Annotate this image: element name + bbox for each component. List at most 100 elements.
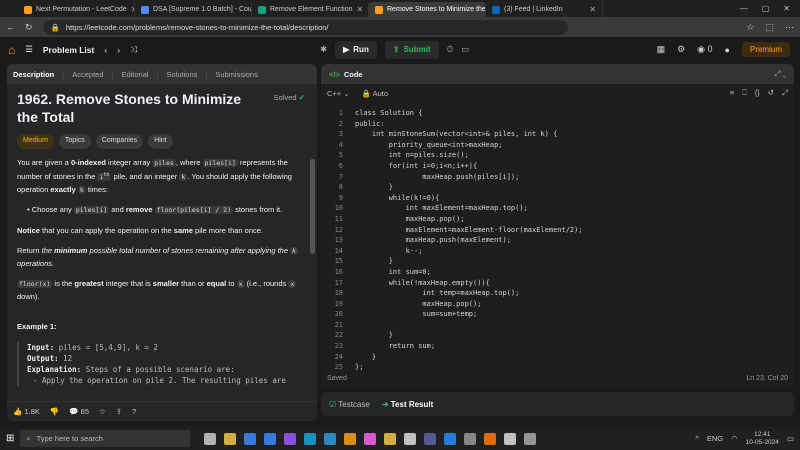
language-select[interactable]: C++ ⌄ xyxy=(327,89,350,98)
notepad-icon[interactable] xyxy=(504,432,517,445)
tab-solutions[interactable]: Solutions xyxy=(167,70,198,79)
taskbar-search[interactable]: ⌕ Type here to search xyxy=(20,430,191,447)
line-number: 22 xyxy=(334,331,343,340)
terminal-icon[interactable] xyxy=(464,432,477,445)
menu-icon[interactable]: ⋯ xyxy=(785,22,794,33)
submit-button[interactable]: ⇪ Submit xyxy=(384,40,439,59)
fullscreen-icon[interactable]: ⤢ xyxy=(782,88,788,98)
browser-tab[interactable]: Remove Element Function ✕ xyxy=(252,2,369,17)
tab-accepted[interactable]: Accepted xyxy=(72,70,103,79)
language-indicator[interactable]: ENG xyxy=(707,434,723,443)
clock[interactable]: 12:41 10-05-2024 xyxy=(746,431,779,447)
file-explorer-icon[interactable] xyxy=(224,432,237,445)
notifications-icon[interactable]: ▭ xyxy=(787,434,794,443)
minimize-icon[interactable]: — xyxy=(740,4,748,13)
example-block: Input: piles = [5,4,9], k = 2 Output: 12… xyxy=(17,341,305,386)
expand-icon[interactable]: ⤢ ⌄ xyxy=(774,69,786,79)
star-icon[interactable]: ☆ xyxy=(746,22,754,33)
run-button[interactable]: ▶ Run xyxy=(335,40,377,59)
chrome-icon[interactable] xyxy=(384,432,397,445)
store-icon[interactable] xyxy=(264,432,277,445)
tab-testcase[interactable]: ☑ Testcase xyxy=(329,400,370,409)
solved-text: Solved xyxy=(273,93,297,102)
settings-app-icon[interactable] xyxy=(524,432,537,445)
browser-tab[interactable]: (3) Feed | LinkedIn ✕ xyxy=(486,2,603,17)
tab-editorial[interactable]: Editorial xyxy=(121,70,148,79)
prev-problem-icon[interactable]: ‹ xyxy=(104,45,107,55)
vscode-icon[interactable] xyxy=(444,432,457,445)
code-text: return sum; xyxy=(355,342,436,351)
code-text: maxHeap.pop(); xyxy=(355,299,482,308)
settings-icon[interactable]: ⚙ xyxy=(677,44,685,55)
eclipse-icon[interactable] xyxy=(484,432,497,445)
app-icon[interactable] xyxy=(344,432,357,445)
dreamweaver-icon[interactable] xyxy=(364,432,377,445)
format-icon[interactable]: ≡ xyxy=(730,88,734,98)
tag-companies[interactable]: Companies xyxy=(95,134,144,149)
visual-studio-icon[interactable] xyxy=(284,432,297,445)
tab-test-result[interactable]: ➜ Test Result xyxy=(382,400,433,409)
description-scrollbar[interactable] xyxy=(310,159,315,254)
back-icon[interactable]: ← xyxy=(6,22,15,32)
notes-icon[interactable]: ▭ xyxy=(461,44,469,55)
comments-button[interactable]: 💬 65 xyxy=(69,407,89,416)
problem-statement: You are given a 0-indexed integer array … xyxy=(17,157,292,194)
braces-icon[interactable]: {} xyxy=(755,88,760,98)
windows-start-icon[interactable]: ⊞ xyxy=(6,433,14,444)
shuffle-icon[interactable]: ⤨ xyxy=(130,44,137,55)
bookmark-icon[interactable]: ⎕ xyxy=(742,88,747,98)
code-text: public: xyxy=(355,119,385,128)
github-icon[interactable] xyxy=(404,432,417,445)
wifi-icon[interactable]: ◠ xyxy=(731,434,738,443)
description-footer: 👍 1.8K 👎 💬 65 ☆ ⇪ ? xyxy=(7,401,317,421)
line-number: 13 xyxy=(334,236,343,245)
problem-list-link[interactable]: Problem List xyxy=(43,45,94,55)
browser-tab[interactable]: Remove Stones to Minimize the✕ xyxy=(369,2,486,17)
line-number: 5 xyxy=(338,151,343,160)
like-button[interactable]: 👍 1.8K xyxy=(13,407,40,416)
dislike-icon[interactable]: 👎 xyxy=(50,407,59,416)
tag-topics[interactable]: Topics xyxy=(58,134,91,149)
photos-icon[interactable] xyxy=(324,432,337,445)
notice-text: Notice that you can apply the operation … xyxy=(17,225,264,235)
code-line: 19 maxHeap.pop(); xyxy=(321,299,786,310)
debug-icon[interactable]: ✱ xyxy=(320,44,327,55)
extensions-icon[interactable]: ⬚ xyxy=(765,22,774,33)
code-text: class Solution { xyxy=(355,109,423,117)
teams-icon[interactable] xyxy=(424,432,437,445)
share-icon[interactable]: ⇪ xyxy=(116,407,122,416)
layout-icon[interactable]: ▦ xyxy=(657,44,666,55)
favorite-icon[interactable]: ☆ xyxy=(99,407,106,416)
tray-chevron-icon[interactable]: ^ xyxy=(695,434,699,443)
edge-icon[interactable] xyxy=(304,432,317,445)
browser-tab[interactable]: DSA [Supreme 1.0 Batch] - Cour✕ xyxy=(135,2,252,17)
line-number: 6 xyxy=(338,161,343,170)
avatar[interactable]: ● xyxy=(725,45,730,55)
code-editor[interactable]: 1 class Solution {2 public: 3 int minStoneS… xyxy=(321,108,786,373)
close-icon[interactable]: ✕ xyxy=(783,4,790,13)
code-text: int sum=0; xyxy=(355,267,431,276)
maximize-icon[interactable]: ▢ xyxy=(762,4,770,13)
next-problem-icon[interactable]: › xyxy=(117,45,120,55)
task-view-icon[interactable] xyxy=(204,432,217,445)
close-tab-icon[interactable]: ✕ xyxy=(589,5,596,14)
streak-icon[interactable]: ◉ 0 xyxy=(697,44,712,55)
code-text: priority_queue<int>maxHeap; xyxy=(355,140,503,149)
autocomplete-toggle[interactable]: 🔒 Auto xyxy=(362,89,388,98)
tab-description[interactable]: Description xyxy=(13,70,54,79)
help-icon[interactable]: ? xyxy=(132,407,136,416)
browser-tab[interactable]: Next Permutation - LeetCode✕ xyxy=(18,2,135,17)
url-field[interactable]: 🔒 https://leetcode.com/problems/remove-s… xyxy=(42,19,568,35)
line-number: 10 xyxy=(334,204,343,213)
mail-icon[interactable] xyxy=(244,432,257,445)
reset-icon[interactable]: ↺ xyxy=(768,88,774,98)
leetcode-logo-icon[interactable]: ⌂ xyxy=(8,43,15,57)
premium-button[interactable]: Premium xyxy=(741,42,790,57)
reload-icon[interactable]: ↻ xyxy=(25,22,33,33)
close-tab-icon[interactable]: ✕ xyxy=(356,5,363,14)
timer-icon[interactable]: ⏱ xyxy=(447,44,454,55)
code-line: 24 } xyxy=(321,352,786,363)
tab-submissions[interactable]: Submissions xyxy=(215,70,258,79)
streak-count: 0 xyxy=(707,44,713,54)
tag-hint[interactable]: Hint xyxy=(148,134,173,149)
